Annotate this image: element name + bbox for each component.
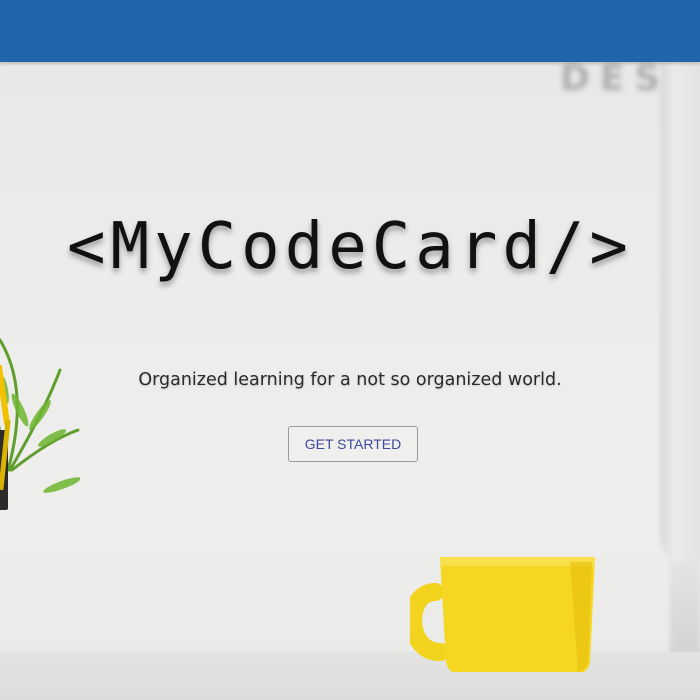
hero-title: <MyCodeCard/> <box>67 210 633 284</box>
top-navbar <box>0 0 700 62</box>
background-plant-image <box>0 338 80 510</box>
get-started-button[interactable]: GET STARTED <box>288 426 418 462</box>
background-mug-image <box>410 557 595 672</box>
hero-tagline: Organized learning for a not so organize… <box>138 370 562 390</box>
background-monitor-stand <box>670 560 700 660</box>
background-sign-text: DES <box>560 58 671 99</box>
background-monitor <box>660 62 700 562</box>
landing-page: DES <MyCodeCard/> Organized learning for… <box>0 0 700 700</box>
